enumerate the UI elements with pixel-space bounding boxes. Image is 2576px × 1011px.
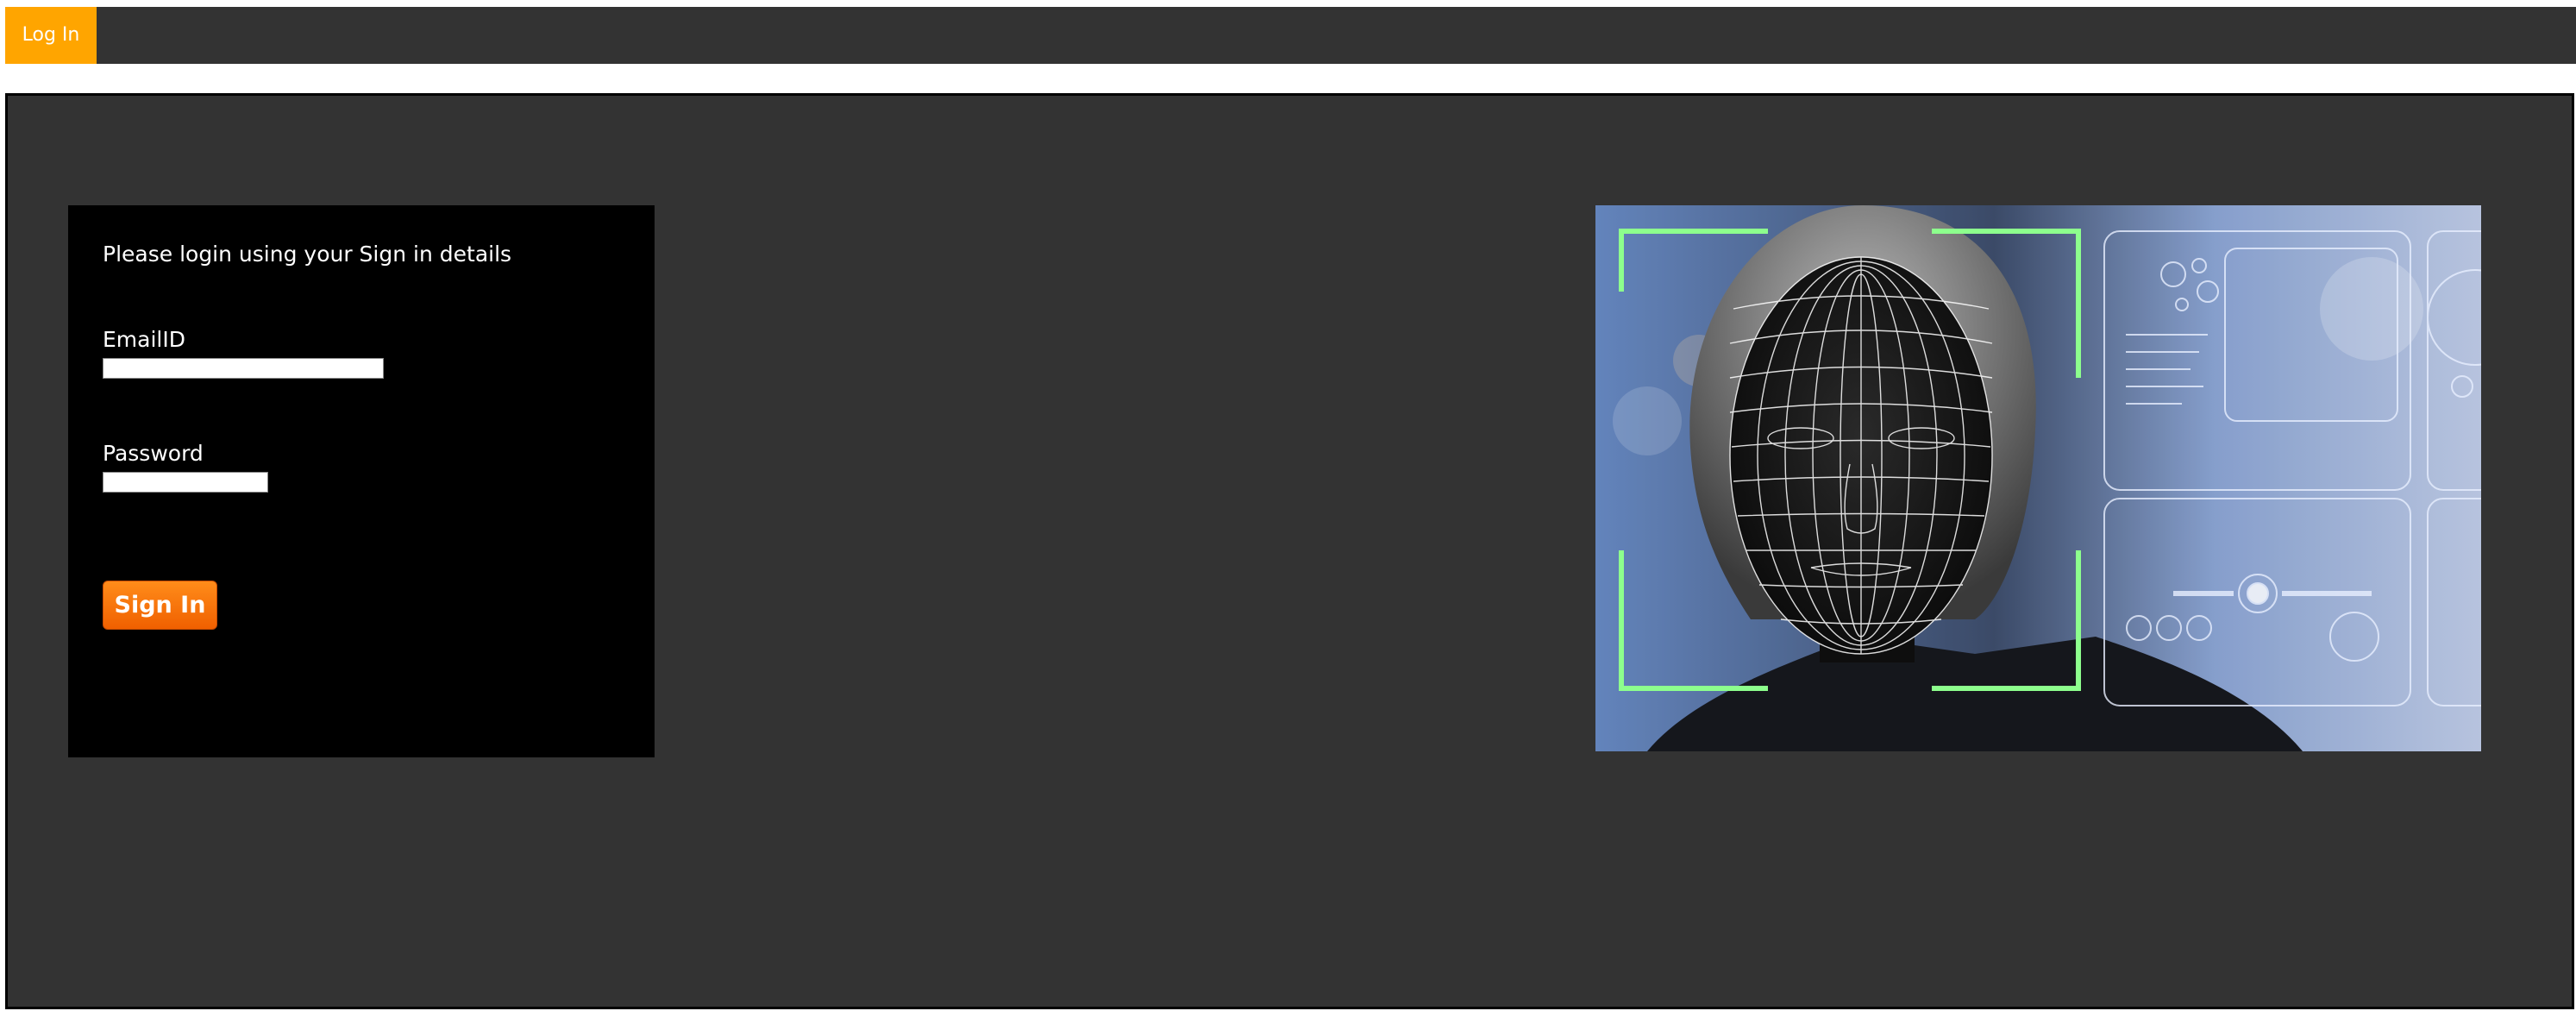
login-tab[interactable]: Log In <box>5 7 97 64</box>
main-panel: Please login using your Sign in details … <box>5 93 2574 1009</box>
face-recognition-image <box>1595 205 2481 751</box>
face-recognition-illustration <box>1595 205 2481 751</box>
password-field[interactable] <box>103 472 268 493</box>
email-label: EmailID <box>103 327 185 352</box>
login-form-box: Please login using your Sign in details … <box>68 205 655 757</box>
password-label: Password <box>103 441 204 466</box>
top-navigation-bar: Log In <box>5 7 2576 64</box>
login-heading: Please login using your Sign in details <box>103 242 512 267</box>
sign-in-button[interactable]: Sign In <box>103 581 217 630</box>
email-field[interactable] <box>103 358 384 379</box>
